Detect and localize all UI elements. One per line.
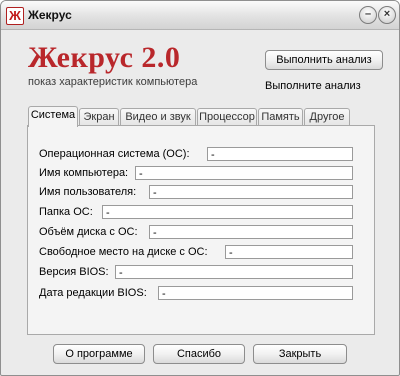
computer-name-field[interactable]: -: [135, 166, 353, 180]
minimize-icon[interactable]: –: [359, 6, 377, 24]
os-folder-label: Папка ОС:: [39, 206, 93, 218]
tab-system[interactable]: Система: [28, 106, 78, 127]
title-bar[interactable]: Ж Жекрус – ×: [1, 1, 399, 30]
tab-memory[interactable]: Память: [258, 108, 303, 126]
os-disk-size-label: Объём диска с ОС:: [39, 226, 138, 238]
tab-screen[interactable]: Экран: [79, 108, 119, 126]
tab-processor[interactable]: Процессор: [197, 108, 257, 126]
free-space-label: Свободное место на диске с ОС:: [39, 246, 208, 258]
bios-version-field[interactable]: -: [115, 265, 353, 279]
thanks-button[interactable]: Спасибо: [153, 344, 245, 364]
computer-name-label: Имя компьютера:: [39, 167, 129, 179]
tab-other[interactable]: Другое: [304, 108, 350, 126]
os-folder-field[interactable]: -: [102, 205, 353, 219]
app-subtitle: показ характеристик компьютера: [28, 76, 198, 88]
bios-date-label: Дата редакции BIOS:: [39, 287, 147, 299]
about-button[interactable]: О программе: [53, 344, 145, 364]
close-icon[interactable]: ×: [378, 6, 396, 24]
bios-version-label: Версия BIOS:: [39, 266, 109, 278]
app-brand-title: Жекрус 2.0: [28, 41, 181, 74]
close-button[interactable]: Закрыть: [253, 344, 347, 364]
run-analysis-button[interactable]: Выполнить анализ: [265, 50, 383, 70]
main-window: Ж Жекрус – × Жекрус 2.0 показ характерис…: [0, 0, 400, 376]
app-logo-icon: Ж: [6, 7, 24, 25]
window-title: Жекрус: [28, 8, 72, 22]
os-field[interactable]: -: [207, 147, 353, 161]
bios-date-field[interactable]: -: [158, 286, 353, 300]
os-label: Операционная система (ОС):: [39, 148, 190, 160]
status-text: Выполните анализ: [265, 80, 361, 92]
os-disk-size-field[interactable]: -: [149, 225, 353, 239]
free-space-field[interactable]: -: [225, 245, 353, 259]
user-name-label: Имя пользователя:: [39, 186, 137, 198]
user-name-field[interactable]: -: [149, 185, 353, 199]
tab-video-audio[interactable]: Видео и звук: [120, 108, 196, 126]
